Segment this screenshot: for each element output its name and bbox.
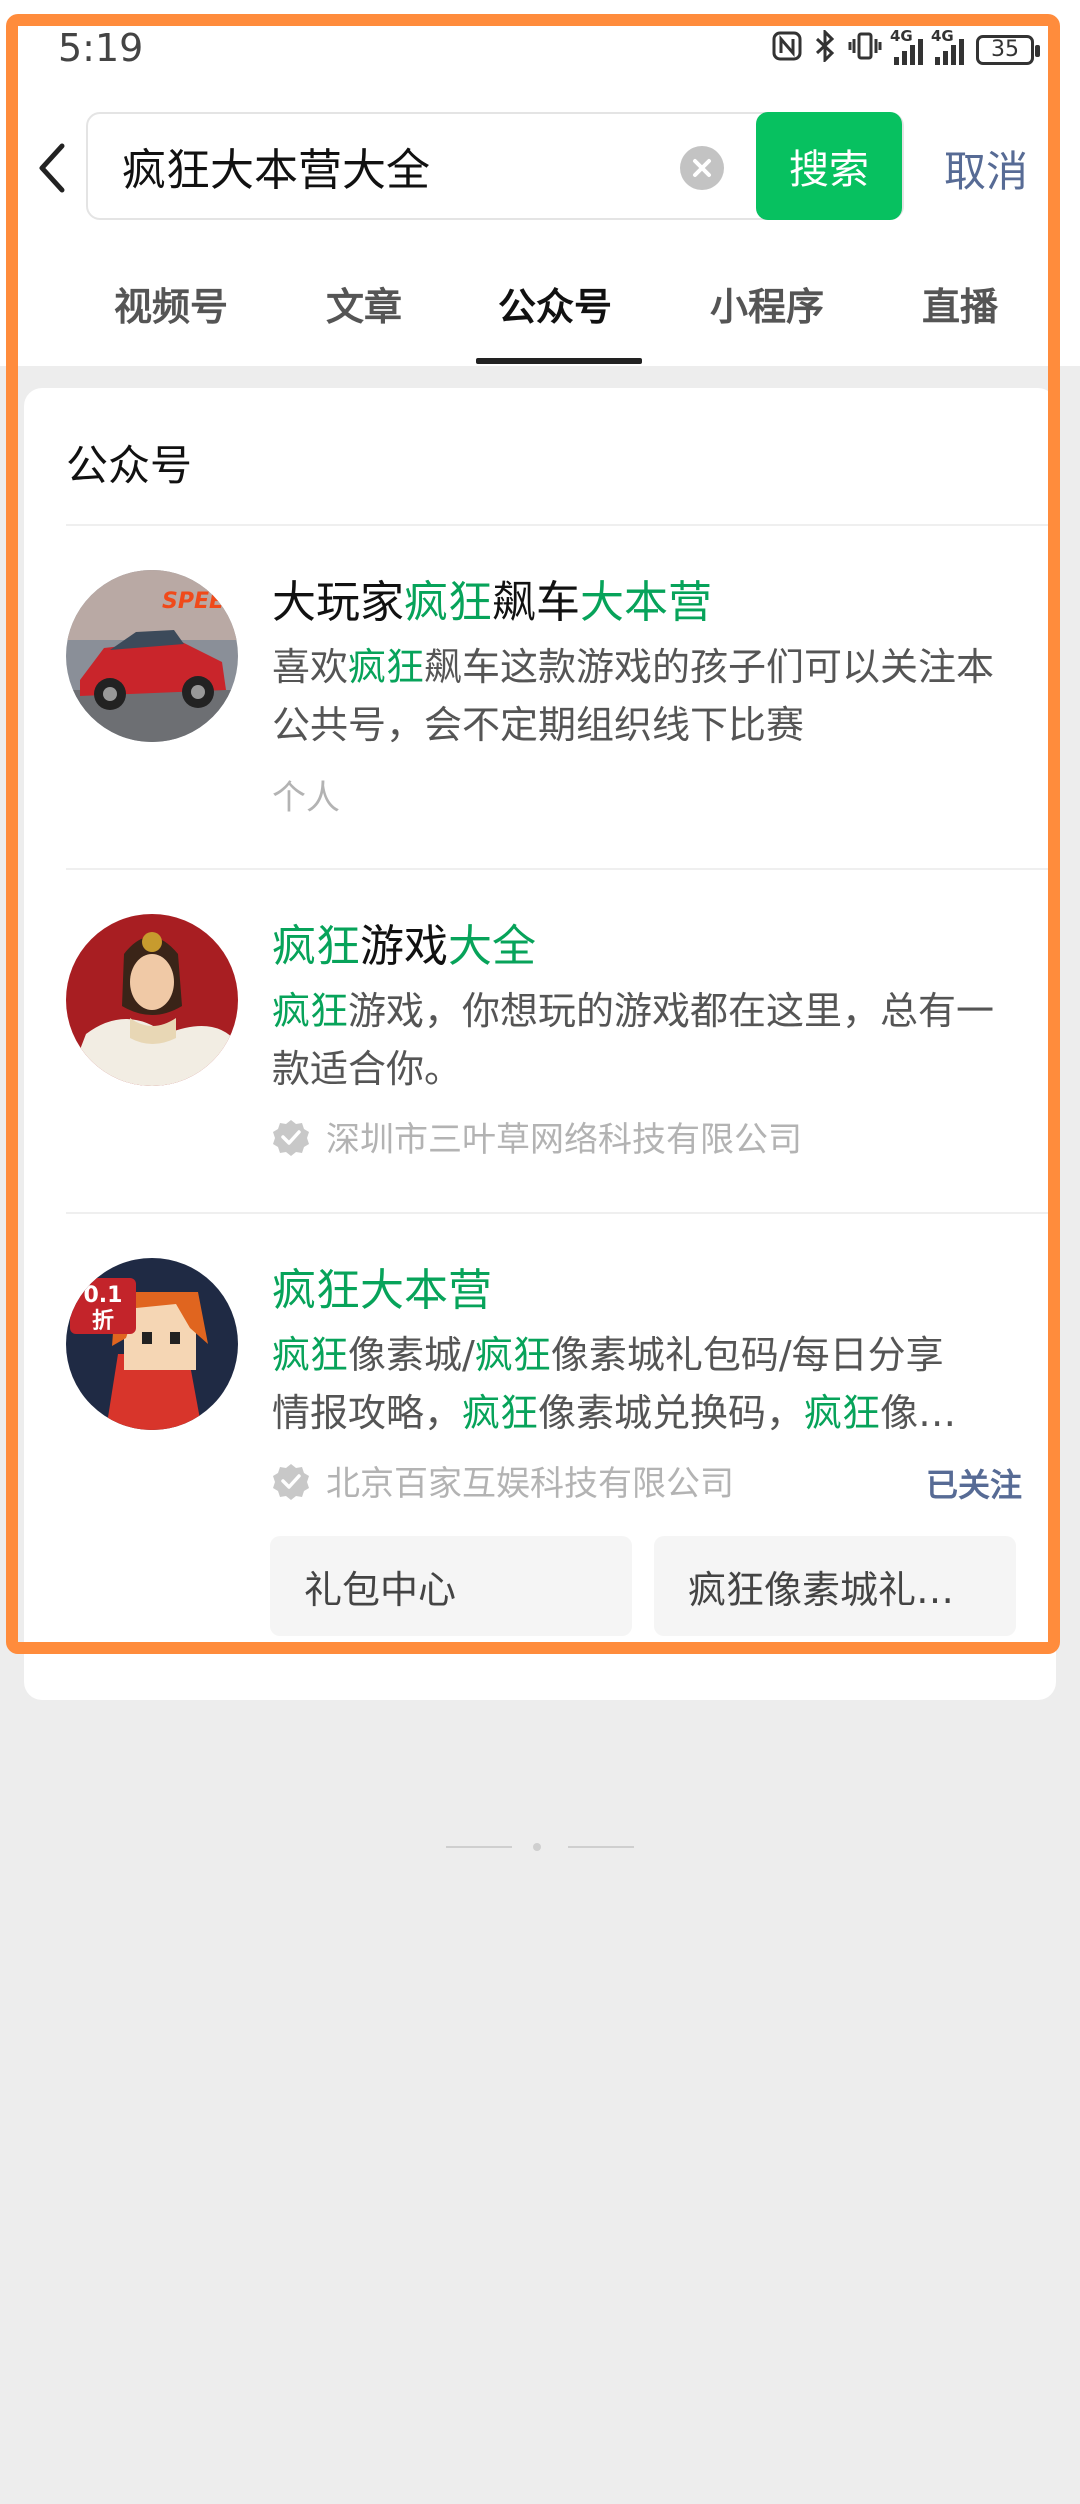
end-of-list-indicator <box>446 1840 634 1854</box>
divider-dot <box>533 1843 541 1851</box>
divider-line <box>446 1846 512 1848</box>
annotation-highlight-frame <box>6 14 1060 1654</box>
divider-line <box>568 1846 634 1848</box>
